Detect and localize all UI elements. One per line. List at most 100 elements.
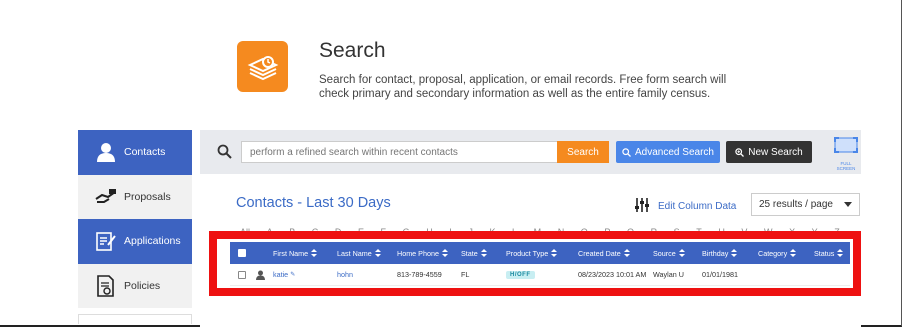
- sidebar-item-label: Applications: [124, 235, 181, 248]
- alphabet-filter: All A B C D E F G H I J K L M N O P Q R S T U V W X Y Z: [240, 226, 840, 231]
- alpha-filter-letter[interactable]: H: [426, 226, 433, 231]
- column-home-phone[interactable]: Home Phone: [397, 249, 448, 258]
- search-plus-icon: [735, 147, 745, 157]
- alpha-filter-letter[interactable]: U: [718, 226, 725, 231]
- column-source[interactable]: Source: [653, 249, 685, 258]
- alpha-filter-letter[interactable]: C: [312, 226, 319, 231]
- sidebar-item-policies[interactable]: Policies: [78, 263, 192, 308]
- main-panel: Search Advanced Search New Search FULL S…: [200, 130, 861, 327]
- alpha-filter-letter[interactable]: P: [604, 226, 610, 231]
- alpha-filter-letter[interactable]: E: [358, 226, 364, 231]
- sort-icon: [311, 249, 318, 257]
- search-input[interactable]: [241, 141, 558, 163]
- fullscreen-icon: [833, 136, 859, 159]
- alpha-filter-letter[interactable]: T: [696, 226, 702, 231]
- alpha-filter-letter[interactable]: O: [581, 226, 588, 231]
- caret-down-icon: [844, 199, 852, 210]
- column-last-name[interactable]: Last Name: [337, 249, 381, 258]
- alpha-filter-letter[interactable]: Q: [627, 226, 634, 231]
- alpha-filter-letter[interactable]: A: [267, 226, 273, 231]
- sort-icon: [837, 249, 844, 257]
- sidebar-item-contacts[interactable]: Contacts: [78, 130, 192, 175]
- sort-icon: [623, 249, 630, 257]
- search-icon: [217, 144, 232, 164]
- alpha-filter-letter[interactable]: All: [240, 226, 250, 231]
- birthday-value: 01/01/1981: [702, 270, 738, 279]
- search-records-icon: [237, 41, 288, 92]
- sidebar-item-label: Policies: [124, 279, 161, 292]
- handshake-icon: [94, 186, 118, 208]
- contact-person-icon: [256, 270, 265, 280]
- results-per-page-select[interactable]: 25 results / page: [751, 193, 860, 216]
- search-icon: [622, 147, 631, 157]
- first-name-link[interactable]: katie ✎: [273, 270, 295, 279]
- fullscreen-label: FULL SCREEN: [836, 161, 856, 171]
- alpha-filter-letter[interactable]: S: [674, 226, 680, 231]
- alpha-filter-letter[interactable]: X: [789, 226, 795, 231]
- alpha-filter-letter[interactable]: W: [764, 226, 773, 231]
- product-type-value: H/OFF: [506, 270, 535, 279]
- policy-document-icon: [94, 274, 118, 297]
- alpha-filter-letter[interactable]: M: [534, 226, 542, 231]
- alpha-filter-letter[interactable]: B: [289, 226, 295, 231]
- alpha-filter-letter[interactable]: L: [512, 226, 517, 231]
- alpha-filter-letter[interactable]: J: [468, 226, 473, 231]
- alpha-filter-letter[interactable]: I: [449, 226, 452, 231]
- product-type-badge: H/OFF: [506, 270, 535, 279]
- sidebar-item-proposals[interactable]: Proposals: [78, 174, 192, 219]
- sidebar-item-applications[interactable]: Applications: [78, 219, 192, 264]
- column-label: State: [461, 248, 478, 258]
- new-search-button[interactable]: New Search: [726, 141, 812, 163]
- row-checkbox[interactable]: [238, 270, 246, 279]
- column-product-type[interactable]: Product Type: [506, 248, 558, 258]
- search-button[interactable]: Search: [557, 141, 609, 163]
- sort-icon: [480, 249, 487, 257]
- column-label: Product Type: [506, 248, 549, 258]
- alpha-filter-letter[interactable]: N: [558, 226, 565, 231]
- sidebar-nav: Contacts Proposals Applications Policies: [78, 130, 192, 324]
- column-label: Source: [653, 248, 676, 258]
- sort-icon: [731, 249, 738, 257]
- sidebar-footer: [78, 314, 192, 324]
- column-label: Category: [758, 248, 788, 258]
- advanced-search-label: Advanced Search: [635, 146, 714, 158]
- alpha-filter-letter[interactable]: V: [741, 226, 747, 231]
- edit-pencil-icon: ✎: [290, 272, 296, 278]
- state-value: FL: [461, 270, 470, 279]
- sort-icon: [374, 249, 381, 257]
- alpha-filter-letter[interactable]: R: [651, 226, 658, 231]
- edit-column-data-link[interactable]: Edit Column Data: [634, 197, 736, 216]
- table-row[interactable]: katie ✎ hohn 813-789-4559 FL H/OFF 08/23/…: [230, 264, 850, 286]
- new-search-label: New Search: [748, 146, 803, 158]
- column-state[interactable]: State: [461, 249, 487, 258]
- search-page: Search Search for contact, proposal, app…: [0, 0, 902, 327]
- search-toolbar: Search Advanced Search New Search FULL S…: [200, 130, 861, 174]
- sort-icon: [790, 249, 797, 257]
- source-value: Waylan U: [653, 270, 684, 279]
- column-birthday[interactable]: Birthday: [702, 249, 738, 258]
- fullscreen-button[interactable]: FULL SCREEN: [832, 136, 860, 171]
- table-header: First Name Last Name Home Phone State Pr…: [230, 242, 850, 264]
- column-first-name[interactable]: First Name: [273, 249, 318, 258]
- alpha-filter-letter[interactable]: Y: [812, 226, 818, 231]
- sliders-icon: [634, 197, 650, 216]
- contacts-table: First Name Last Name Home Phone State Pr…: [230, 242, 850, 286]
- sort-icon: [441, 249, 448, 257]
- list-title: Contacts - Last 30 Days: [236, 195, 391, 211]
- column-created-date[interactable]: Created Date: [578, 249, 630, 258]
- alpha-filter-letter[interactable]: D: [335, 226, 342, 231]
- page-title: Search: [319, 39, 386, 62]
- alpha-filter-letter[interactable]: F: [381, 226, 387, 231]
- select-all-checkbox[interactable]: [238, 249, 246, 257]
- column-status[interactable]: Status: [814, 248, 844, 258]
- column-category[interactable]: Category: [758, 248, 797, 258]
- alpha-filter-letter[interactable]: K: [489, 226, 495, 231]
- results-per-page-value: 25 results / page: [759, 199, 833, 210]
- alpha-filter-letter[interactable]: G: [403, 226, 410, 231]
- advanced-search-button[interactable]: Advanced Search: [616, 141, 720, 163]
- page-description: Search for contact, proposal, applicatio…: [319, 74, 727, 100]
- alpha-filter-letter[interactable]: Z: [834, 226, 840, 231]
- column-label: Status: [814, 248, 835, 258]
- last-name-link[interactable]: hohn: [337, 270, 353, 279]
- created-date-value: 08/23/2023 10:01 AM: [578, 270, 647, 279]
